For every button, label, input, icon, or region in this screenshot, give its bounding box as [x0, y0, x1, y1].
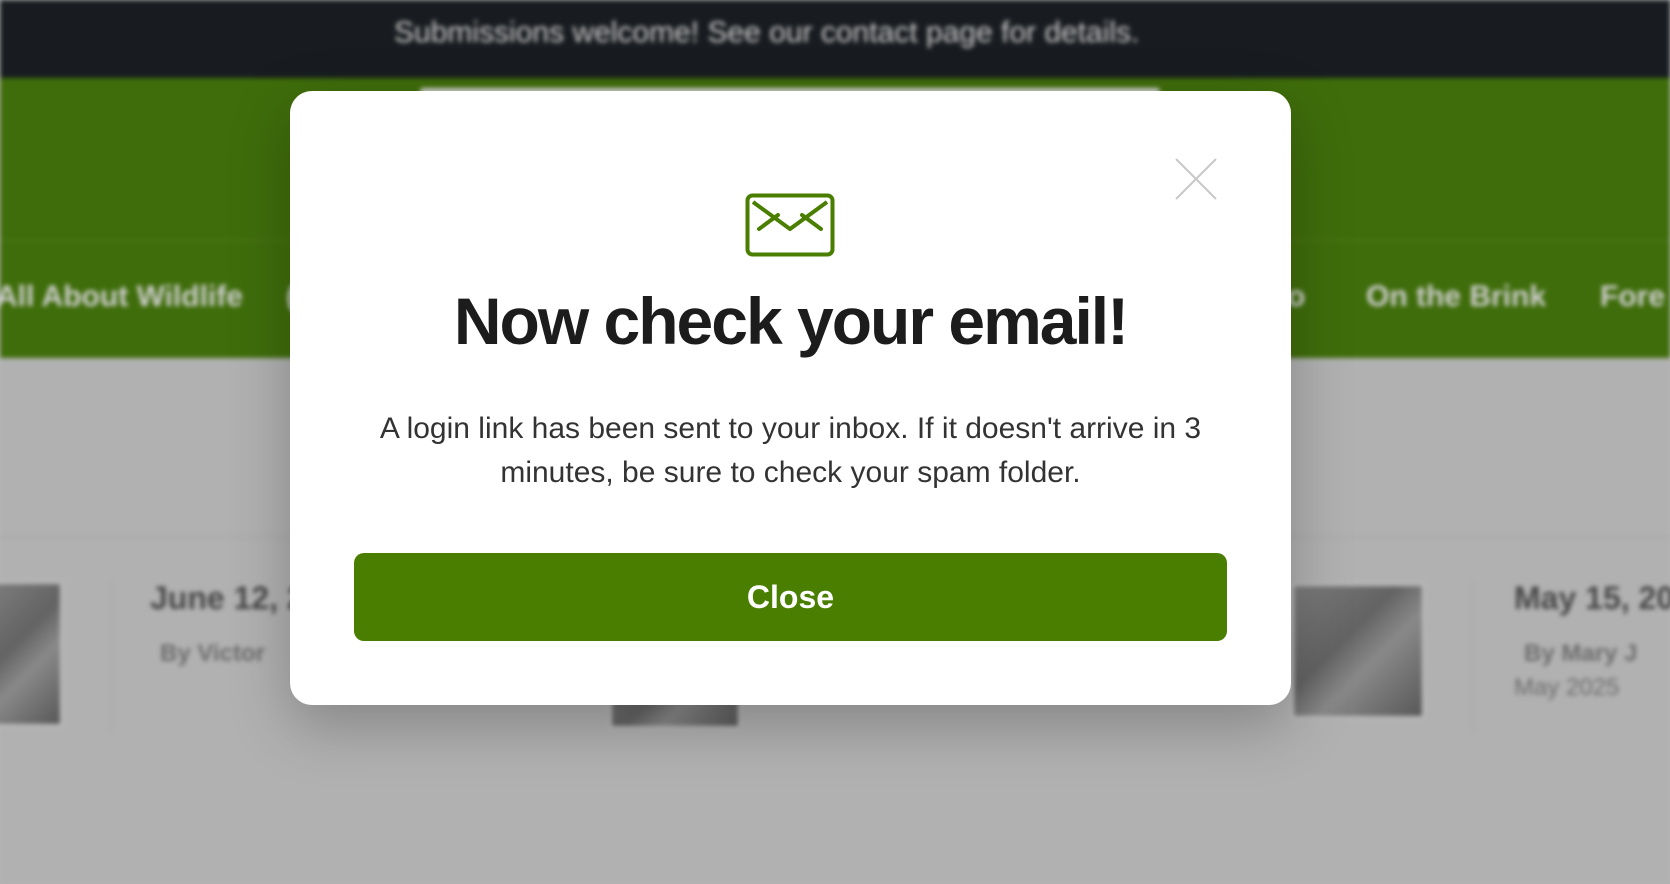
dialog-title: Now check your email! — [453, 284, 1129, 358]
close-icon[interactable] — [1174, 157, 1218, 201]
envelope-icon — [745, 193, 835, 257]
close-button[interactable]: Close — [354, 553, 1227, 641]
email-sent-dialog: Now check your email! A login link has b… — [290, 91, 1291, 705]
page: Submissions welcome! See our contact pag… — [0, 0, 1670, 884]
dialog-message: A login link has been sent to your inbox… — [379, 412, 1202, 489]
